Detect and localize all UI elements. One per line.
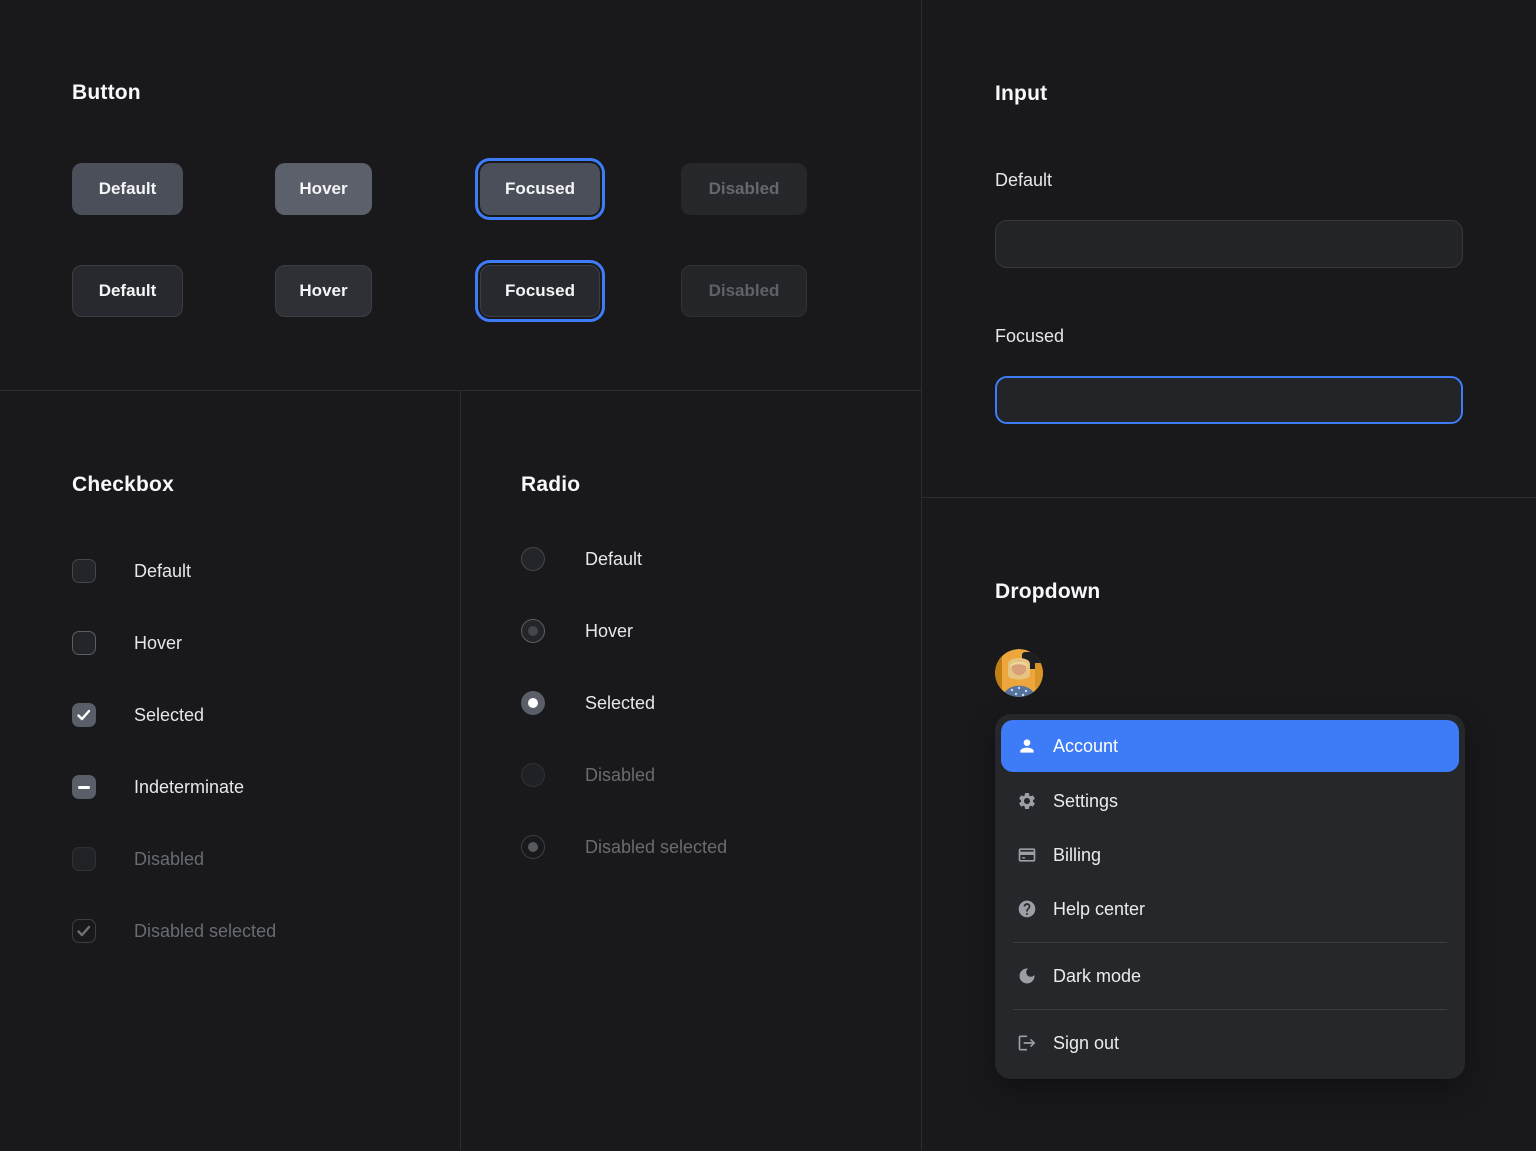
checkbox-section-title: Checkbox [72,473,174,497]
radio-row-hover: Hover [521,619,633,643]
radio-dot-icon [528,698,538,708]
checkbox-row-indeterminate: Indeterminate [72,775,244,799]
input-default-field[interactable] [995,220,1463,268]
menu-item-label: Help center [1053,899,1145,920]
menu-item-label: Settings [1053,791,1118,812]
checkbox-selected[interactable] [72,703,96,727]
gear-icon [1017,791,1037,811]
checkbox-disabled-label: Disabled [134,849,204,870]
checkbox-row-selected: Selected [72,703,204,727]
radio-row-disabled: Disabled [521,763,655,787]
menu-item-settings[interactable]: Settings [1001,774,1459,828]
input-section-title: Input [995,82,1047,106]
sign-out-icon [1017,1033,1037,1053]
radio-disabled-selected [521,835,545,859]
radio-row-default: Default [521,547,642,571]
menu-item-label: Billing [1053,845,1101,866]
moon-icon [1017,966,1037,986]
user-icon [1017,736,1037,756]
checkbox-row-default: Default [72,559,191,583]
radio-default[interactable] [521,547,545,571]
checkbox-row-hover: Hover [72,631,182,655]
button-section-title: Button [72,81,141,105]
avatar-image [995,649,1043,697]
menu-item-dark-mode[interactable]: Dark mode [1001,949,1459,1003]
menu-item-label: Sign out [1053,1033,1119,1054]
checkbox-disabled [72,847,96,871]
checkbox-row-disabled: Disabled [72,847,204,871]
horizontal-divider-right [922,497,1536,498]
radio-disabled [521,763,545,787]
menu-item-billing[interactable]: Billing [1001,828,1459,882]
menu-item-sign-out[interactable]: Sign out [1001,1016,1459,1070]
checkbox-selected-label: Selected [134,705,204,726]
menu-item-label: Dark mode [1053,966,1141,987]
vertical-divider-main [921,0,922,1151]
checkbox-disabled-selected [72,919,96,943]
vertical-divider-checkbox-radio [460,390,461,1151]
button-secondary-disabled: Disabled [681,265,807,317]
radio-dot-icon [528,842,538,852]
indeterminate-dash-icon [78,786,90,789]
checkbox-disabled-selected-label: Disabled selected [134,921,276,942]
checkbox-row-disabled-selected: Disabled selected [72,919,276,943]
radio-selected-label: Selected [585,693,655,714]
button-secondary-focused[interactable]: Focused [480,265,600,317]
user-avatar[interactable] [995,649,1043,697]
menu-divider [1013,1009,1447,1010]
menu-item-account[interactable]: Account [1001,720,1459,772]
radio-row-disabled-selected: Disabled selected [521,835,727,859]
checkbox-default-label: Default [134,561,191,582]
radio-hover-label: Hover [585,621,633,642]
button-primary-hover[interactable]: Hover [275,163,372,215]
help-icon [1017,899,1037,919]
check-icon [76,707,92,723]
style-guide-canvas: Button Default Hover Focused Disabled De… [0,0,1536,1151]
menu-item-label: Account [1053,736,1118,757]
radio-default-label: Default [585,549,642,570]
button-secondary-default[interactable]: Default [72,265,183,317]
menu-item-help-center[interactable]: Help center [1001,882,1459,936]
credit-card-icon [1017,845,1037,865]
button-primary-focused[interactable]: Focused [480,163,600,215]
input-default-label: Default [995,170,1052,191]
check-icon [76,923,92,939]
dropdown-section-title: Dropdown [995,580,1100,604]
radio-section-title: Radio [521,473,580,497]
dropdown-menu: Account Settings Billing Help center [995,714,1465,1079]
checkbox-default[interactable] [72,559,96,583]
checkbox-hover-label: Hover [134,633,182,654]
menu-divider [1013,942,1447,943]
button-secondary-hover[interactable]: Hover [275,265,372,317]
radio-selected[interactable] [521,691,545,715]
radio-hover[interactable] [521,619,545,643]
checkbox-indeterminate-label: Indeterminate [134,777,244,798]
checkbox-hover[interactable] [72,631,96,655]
radio-row-selected: Selected [521,691,655,715]
horizontal-divider-left [0,390,921,391]
button-primary-default[interactable]: Default [72,163,183,215]
radio-disabled-selected-label: Disabled selected [585,837,727,858]
input-focused-label: Focused [995,326,1064,347]
radio-disabled-label: Disabled [585,765,655,786]
checkbox-indeterminate[interactable] [72,775,96,799]
button-primary-disabled: Disabled [681,163,807,215]
input-focused-field[interactable] [995,376,1463,424]
